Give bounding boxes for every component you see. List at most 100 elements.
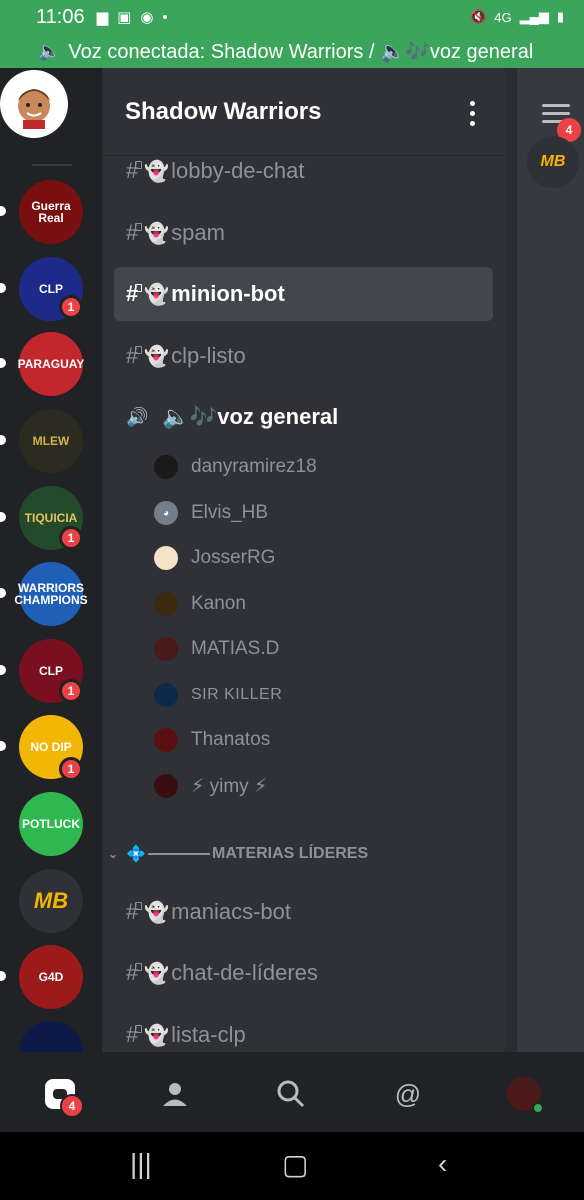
discord-avatar-icon: ◕ (154, 501, 178, 525)
message-icon: ▆ (96, 9, 109, 26)
avatar (507, 1077, 544, 1114)
unread-pill (0, 665, 6, 675)
avatar (154, 546, 178, 570)
voice-connected-banner[interactable]: 🔈 Voz conectada: Shadow Warriors / 🔈🎶voz… (0, 34, 584, 68)
search-tab[interactable] (271, 1074, 311, 1114)
unread-pill (0, 358, 6, 368)
search-icon (277, 1080, 305, 1108)
member-name: danyramirez18 (191, 456, 317, 477)
guild-icon[interactable]: MB (19, 869, 83, 933)
dot-icon: • (162, 8, 168, 26)
guild-icon[interactable] (19, 1021, 83, 1052)
member-name: SIR KILLER (191, 686, 283, 703)
guild-icon[interactable]: G4D (19, 945, 83, 1009)
channel-label: spam (171, 220, 225, 245)
recent-apps-icon[interactable]: ||| (130, 1148, 152, 1180)
at-icon: @ (394, 1078, 422, 1109)
online-status-icon (532, 1102, 544, 1114)
avatar (154, 774, 178, 798)
category-line (147, 853, 210, 855)
channel-item[interactable]: # 👻 maniacs-bot (114, 885, 493, 939)
ghost-icon: 👻 (144, 345, 170, 368)
mentions-tab[interactable]: @ (388, 1074, 428, 1114)
home-button-icon[interactable]: ▢ (282, 1148, 308, 1181)
more-options-icon[interactable] (470, 101, 475, 126)
ghost-icon: 👻 (144, 160, 170, 183)
avatar-face-icon (18, 89, 50, 129)
battery-icon: ▮ (556, 9, 564, 24)
unread-pill (0, 435, 6, 445)
locked-hash-icon: # (126, 1022, 143, 1047)
back-icon[interactable]: ‹ (438, 1148, 447, 1180)
channel-label: clp-listo (171, 343, 246, 368)
voice-member[interactable]: ◕ Elvis_HB (154, 501, 268, 525)
guild-icon[interactable]: Guerra Real (19, 180, 83, 244)
channel-panel: Shadow Warriors # 👻 lobby-de-chat # 👻 sp… (102, 68, 505, 1052)
guild-icon[interactable]: WARRIORS CHAMPIONS (14, 562, 88, 626)
server-header[interactable]: Shadow Warriors (102, 68, 505, 156)
guild-icon[interactable]: PARAGUAY (18, 332, 84, 396)
mention-badge: 1 (59, 295, 83, 319)
locked-hash-icon: # (126, 281, 143, 306)
channel-item[interactable]: # 👻 spam (114, 206, 493, 260)
home-tab[interactable]: 4 (40, 1074, 84, 1118)
voice-member[interactable]: Thanatos (154, 728, 270, 752)
status-bar: 11:06 ▆ ▣ ◉ • 🔇 4G ▂▄▆ ▮ (0, 0, 584, 34)
guild-icon[interactable]: MLEW (19, 409, 83, 473)
channel-label: chat-de-líderes (171, 960, 318, 985)
member-name: Thanatos (191, 729, 271, 750)
guild-rail: Guerra Real CLP 1 PARAGUAY MLEW TIQUICIA… (0, 68, 102, 1052)
network-label: 4G (494, 9, 512, 25)
guild-icon[interactable]: POTLUCK (19, 792, 83, 856)
unread-pill (0, 283, 6, 293)
ghost-icon: 👻 (144, 1024, 170, 1047)
voice-member[interactable]: Kanon (154, 592, 246, 616)
voice-member[interactable]: ⚡ yimy ⚡ (154, 774, 267, 798)
mention-badge: 1 (59, 757, 83, 781)
channel-label: lobby-de-chat (171, 158, 305, 183)
user-avatar[interactable] (0, 70, 68, 138)
home-badge: 4 (60, 1094, 84, 1118)
friends-tab[interactable] (155, 1074, 195, 1114)
voice-member[interactable]: danyramirez18 (154, 455, 317, 479)
member-name: ⚡ yimy ⚡ (191, 775, 268, 797)
unread-pill (0, 741, 6, 751)
server-name: Shadow Warriors (125, 97, 322, 125)
channel-item[interactable]: # 👻 lista-clp (114, 1008, 493, 1052)
ghost-icon: 👻 (144, 222, 170, 245)
chat-peek-panel[interactable]: 4 MB (505, 68, 584, 1052)
voice-banner-text: Voz conectada: Shadow Warriors / 🔈🎶voz g… (68, 40, 534, 63)
locked-hash-icon: # (126, 158, 143, 183)
avatar (154, 683, 178, 707)
category-label: MATERIAS LÍDERES (211, 845, 369, 862)
bottom-tab-bar: 4 @ (0, 1052, 584, 1132)
ghost-icon: 👻 (144, 962, 170, 985)
status-time: 11:06 (36, 5, 85, 28)
ghost-icon: 👻 (144, 901, 170, 924)
category-header[interactable]: ⌄ 💠 MATERIAS LÍDERES (108, 844, 368, 864)
locked-hash-icon: # (126, 220, 143, 245)
avatar (154, 637, 178, 661)
channel-item[interactable]: # 👻 chat-de-líderes (114, 946, 493, 1000)
diamond-icon: 💠 (126, 846, 146, 863)
channel-item-active[interactable]: # 👻 minion-bot (114, 267, 493, 321)
unread-pill (0, 588, 6, 598)
discord-icon: ◉ (140, 9, 154, 26)
locked-hash-icon: # (126, 960, 143, 985)
voice-channel[interactable]: 🔊 🔈🎶voz general (126, 404, 338, 430)
avatar (154, 455, 178, 479)
channel-item[interactable]: # 👻 clp-listo (114, 329, 493, 383)
avatar (154, 592, 178, 616)
mb-server-icon: MB (527, 136, 579, 188)
mention-badge: 1 (59, 679, 83, 703)
profile-tab[interactable] (504, 1074, 544, 1114)
voice-member[interactable]: MATIAS.D (154, 637, 279, 661)
guild-divider (32, 164, 72, 166)
member-name: Elvis_HB (191, 502, 269, 523)
voice-member[interactable]: SIR KILLER (154, 683, 282, 707)
image-icon: ▣ (117, 9, 132, 26)
signal-icon: ▂▄▆ (519, 9, 549, 24)
voice-member[interactable]: JosserRG (154, 546, 275, 570)
chevron-down-icon: ⌄ (108, 847, 119, 861)
member-name: JosserRG (191, 547, 276, 568)
